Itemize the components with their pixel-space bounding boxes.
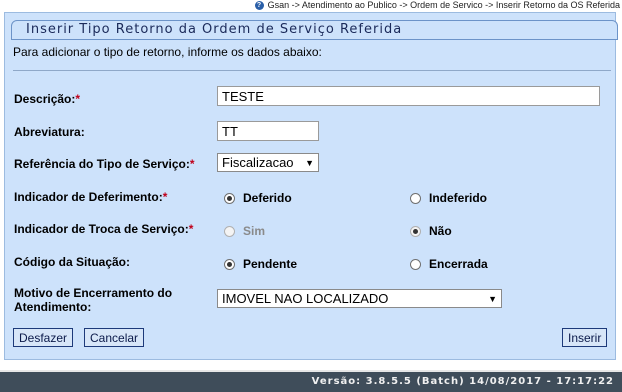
- troca-label: Indicador de Troca de Serviço:*: [14, 222, 194, 236]
- abreviatura-input[interactable]: [217, 121, 319, 141]
- required-marker: *: [162, 190, 168, 204]
- radio-selected-icon: [224, 192, 235, 204]
- dropdown-arrow-icon: ▼: [488, 293, 497, 304]
- radio-unselected-icon: [410, 258, 421, 270]
- required-marker: *: [75, 92, 81, 106]
- breadcrumb: Gsan -> Atendimento ao Publico -> Ordem …: [267, 0, 620, 10]
- required-marker: *: [189, 157, 195, 171]
- motivo-select[interactable]: IMOVEL NAO LOCALIZADO ▼: [217, 289, 502, 308]
- motivo-label-line2: Atendimento:: [14, 300, 92, 314]
- abreviatura-label: Abreviatura:: [14, 125, 85, 139]
- cancelar-button[interactable]: Cancelar: [84, 328, 145, 347]
- radio-label: Deferido: [243, 191, 292, 205]
- radio-deferido[interactable]: Deferido: [224, 191, 292, 205]
- referencia-selected: Fiscalizacao: [222, 155, 294, 170]
- radio-selected-icon: [224, 258, 235, 270]
- help-icon[interactable]: ?: [254, 0, 264, 10]
- radio-unselected-icon: [410, 192, 421, 204]
- divider: [13, 70, 611, 71]
- radio-label: Pendente: [243, 257, 298, 271]
- radio-encerrada[interactable]: Encerrada: [410, 257, 488, 271]
- descricao-label: Descrição:*: [14, 92, 81, 106]
- motivo-label-line1: Motivo de Encerramento do: [14, 286, 173, 300]
- radio-indeferido[interactable]: Indeferido: [410, 191, 487, 205]
- radio-nao[interactable]: Não: [410, 224, 452, 238]
- referencia-label: Referência do Tipo de Serviço:*: [14, 157, 195, 171]
- descricao-input[interactable]: [217, 86, 600, 106]
- radio-sim[interactable]: Sim: [224, 224, 265, 238]
- deferimento-label: Indicador de Deferimento:*: [14, 190, 168, 204]
- radio-label: Encerrada: [429, 257, 488, 271]
- desfazer-button[interactable]: Desfazer: [13, 328, 74, 347]
- radio-label: Não: [429, 224, 452, 238]
- form-panel: Inserir Tipo Retorno da Ordem de Serviço…: [4, 12, 618, 360]
- motivo-selected: IMOVEL NAO LOCALIZADO: [222, 291, 389, 306]
- radio-label: Indeferido: [429, 191, 488, 205]
- page-title: Inserir Tipo Retorno da Ordem de Serviço…: [11, 20, 618, 40]
- dropdown-arrow-icon: ▼: [305, 157, 314, 168]
- radio-pendente[interactable]: Pendente: [224, 257, 297, 271]
- radio-unselected-icon: [224, 225, 235, 237]
- version-footer: Versão: 3.8.5.5 (Batch) 14/08/2017 - 17:…: [0, 370, 622, 392]
- inserir-button[interactable]: Inserir: [562, 328, 608, 347]
- radio-label: Sim: [243, 224, 266, 238]
- referencia-select[interactable]: Fiscalizacao ▼: [217, 153, 319, 172]
- situacao-label: Código da Situação:: [14, 255, 131, 269]
- intro-text: Para adicionar o tipo de retorno, inform…: [13, 45, 322, 59]
- radio-selected-icon: [410, 225, 421, 237]
- motivo-label: Motivo de Encerramento do Atendimento:: [14, 286, 172, 314]
- breadcrumb-bar: ? Gsan -> Atendimento ao Publico -> Orde…: [0, 0, 622, 10]
- required-marker: *: [188, 222, 194, 236]
